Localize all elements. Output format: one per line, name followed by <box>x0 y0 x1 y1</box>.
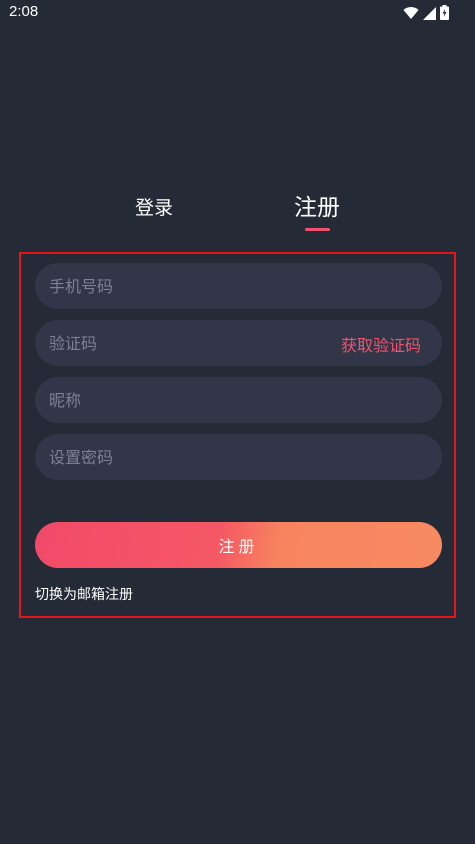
switch-to-email-register-link[interactable]: 切换为邮箱注册 <box>35 584 133 604</box>
battery-icon <box>440 5 449 24</box>
tab-register[interactable]: 注册 <box>294 188 340 222</box>
wifi-icon <box>403 5 419 24</box>
status-icons <box>403 5 449 24</box>
verification-code-input[interactable] <box>35 320 315 366</box>
nickname-field <box>35 377 442 423</box>
password-input[interactable] <box>35 434 442 480</box>
active-tab-indicator <box>305 228 330 231</box>
status-time: 2:08 <box>9 3 39 20</box>
cellular-signal-icon <box>423 5 436 24</box>
phone-field <box>35 263 442 309</box>
get-code-button[interactable]: 获取验证码 <box>341 332 421 356</box>
password-field <box>35 434 442 480</box>
tab-login[interactable]: 登录 <box>135 193 173 220</box>
register-button[interactable]: 注册 <box>35 522 442 568</box>
auth-tabs: 登录 注册 <box>0 188 475 236</box>
verification-code-field: 获取验证码 <box>35 320 442 366</box>
phone-input[interactable] <box>35 263 442 309</box>
status-bar: 2:08 <box>0 0 475 26</box>
nickname-input[interactable] <box>35 377 442 423</box>
register-form: 获取验证码 注册 切换为邮箱注册 <box>19 252 456 618</box>
